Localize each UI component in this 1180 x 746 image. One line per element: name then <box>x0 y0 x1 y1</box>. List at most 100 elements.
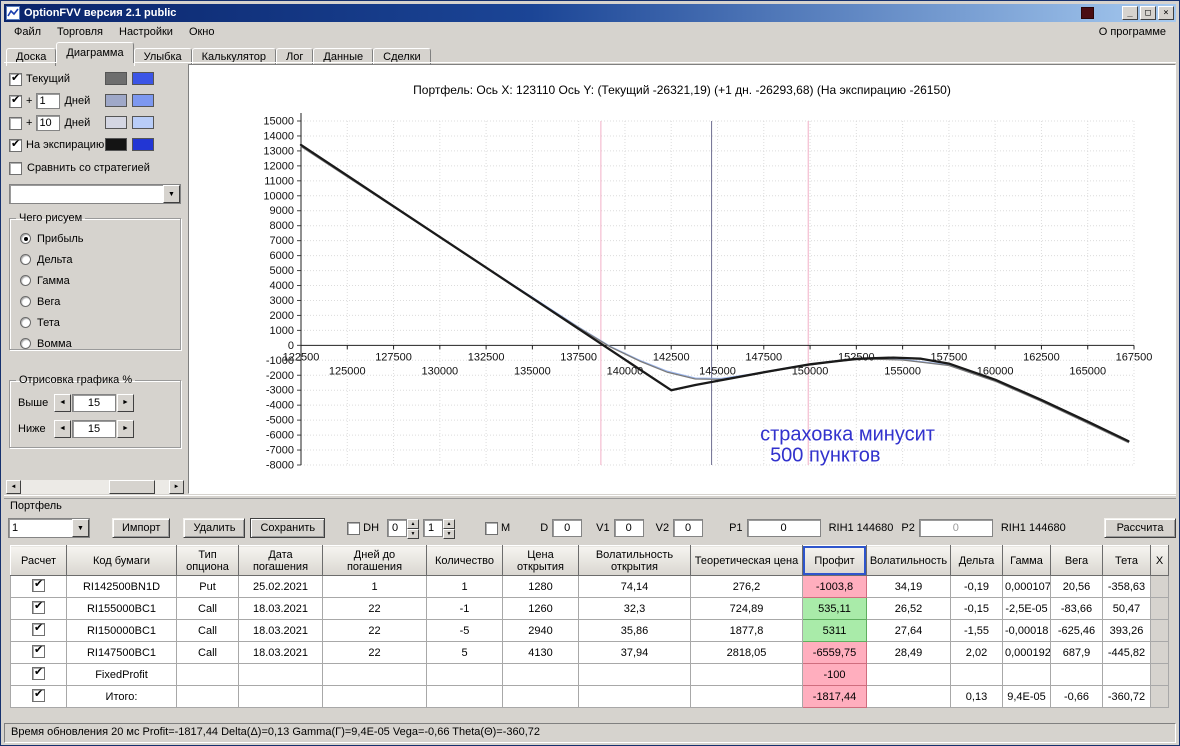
draw-option-vega[interactable]: Вега <box>10 291 180 312</box>
dh-spinner-b[interactable]: 1 ▲ ▼ <box>423 519 456 539</box>
row-calc-checkbox[interactable] <box>32 577 45 592</box>
svg-text:145000: 145000 <box>699 365 736 377</box>
payoff-chart[interactable]: -8000-7000-6000-5000-4000-3000-2000-1000… <box>189 103 1177 495</box>
color-swatch-secondary[interactable] <box>132 116 154 129</box>
compare-strategy-checkbox[interactable] <box>9 161 22 175</box>
render-range-input-above[interactable] <box>72 394 116 412</box>
menu-item-about[interactable]: О программе <box>1091 24 1174 40</box>
scrollbar-track[interactable] <box>21 480 169 494</box>
draw-option-profit[interactable]: Прибыль <box>10 228 180 249</box>
draw-option-theta[interactable]: Тета <box>10 312 180 333</box>
column-header-vega[interactable]: Вега <box>1050 545 1103 576</box>
scrollbar-thumb[interactable] <box>109 480 155 494</box>
menu-item-window[interactable]: Окно <box>181 24 223 40</box>
row-calc-checkbox[interactable] <box>32 643 45 658</box>
row-calc-checkbox[interactable] <box>32 621 45 636</box>
dh-checkbox[interactable] <box>347 521 361 535</box>
column-header-option-type[interactable]: Тип опциона <box>176 545 239 576</box>
spin-down-icon[interactable]: ▼ <box>443 529 456 539</box>
row-close-cell[interactable] <box>1150 619 1169 642</box>
color-swatch-primary[interactable] <box>105 72 127 85</box>
v1-input[interactable] <box>613 519 644 537</box>
decrease-button[interactable]: ◄ <box>54 420 71 438</box>
menu-item-settings[interactable]: Настройки <box>111 24 181 40</box>
v2-input[interactable] <box>673 519 704 537</box>
portfolio-select[interactable]: 1 ▼ <box>8 518 90 538</box>
color-swatch-primary[interactable] <box>105 94 127 107</box>
draw-option-vomma[interactable]: Вомма <box>10 333 180 354</box>
draw-option-delta[interactable]: Дельта <box>10 249 180 270</box>
column-header-profit[interactable]: Профит <box>802 545 867 576</box>
days-input-plus1-days[interactable] <box>36 93 61 109</box>
column-header-open-volatility[interactable]: Волатильность открытия <box>578 545 691 576</box>
row-close-cell[interactable] <box>1150 663 1169 686</box>
panel-horizontal-scrollbar[interactable]: ◄ ► <box>6 480 184 494</box>
increase-button[interactable]: ► <box>117 394 134 412</box>
column-header-theoretical-price[interactable]: Теоретическая цена <box>690 545 803 576</box>
import-button[interactable]: Импорт <box>112 518 171 538</box>
dh-spinner-a-value[interactable]: 0 <box>387 519 408 537</box>
render-range-label: Ниже <box>18 423 46 435</box>
scroll-left-icon[interactable]: ◄ <box>6 480 21 494</box>
menu-item-trading[interactable]: Торговля <box>49 24 111 40</box>
p2-input[interactable] <box>918 519 993 537</box>
render-range-group: Отрисовка графика % Выше ◄ ► Ниже ◄ ► <box>9 374 181 448</box>
draw-option-gamma[interactable]: Гамма <box>10 270 180 291</box>
column-header-expiry-date[interactable]: Дата погашения <box>238 545 323 576</box>
window-controls: _ □ × <box>1122 6 1174 20</box>
series-checkbox-plus10-days[interactable] <box>9 116 22 130</box>
column-header-theta[interactable]: Тета <box>1102 545 1151 576</box>
series-checkbox-expiration[interactable] <box>9 137 22 152</box>
dh-spinner-b-value[interactable]: 1 <box>423 519 444 537</box>
color-swatch-primary[interactable] <box>105 138 127 151</box>
days-input-plus10-days[interactable] <box>36 115 61 131</box>
cell-vol_open <box>578 663 691 686</box>
svg-text:5000: 5000 <box>270 265 294 277</box>
column-header-security-code[interactable]: Код бумаги <box>66 545 177 576</box>
series-checkbox-current[interactable] <box>9 71 22 86</box>
row-close-cell[interactable] <box>1150 575 1169 598</box>
column-header-days-to-expiry[interactable]: Дней до погашения <box>322 545 427 576</box>
color-swatch-secondary[interactable] <box>132 138 154 151</box>
color-swatch-secondary[interactable] <box>132 72 154 85</box>
save-button[interactable]: Сохранить <box>250 518 326 538</box>
decrease-button[interactable]: ◄ <box>54 394 71 412</box>
maximize-button[interactable]: □ <box>1140 6 1156 20</box>
column-header-calc[interactable]: Расчет <box>10 545 67 576</box>
increase-button[interactable]: ► <box>117 420 134 438</box>
spin-up-icon[interactable]: ▲ <box>443 519 456 529</box>
column-header-open-price[interactable]: Цена открытия <box>502 545 579 576</box>
column-header-quantity[interactable]: Количество <box>426 545 503 576</box>
render-range-input-below[interactable] <box>72 420 116 438</box>
column-header-gamma[interactable]: Гамма <box>1002 545 1051 576</box>
column-header-delta[interactable]: Дельта <box>950 545 1003 576</box>
cell-vol: 27,64 <box>866 619 951 642</box>
color-swatch-secondary[interactable] <box>132 94 154 107</box>
row-calc-checkbox[interactable] <box>32 599 45 614</box>
row-calc-checkbox[interactable] <box>32 665 45 680</box>
row-close-cell[interactable] <box>1150 597 1169 620</box>
minimize-button[interactable]: _ <box>1122 6 1138 20</box>
chevron-down-icon[interactable]: ▼ <box>163 185 180 203</box>
spin-down-icon[interactable]: ▼ <box>407 529 420 539</box>
color-swatch-primary[interactable] <box>105 116 127 129</box>
column-header-close[interactable]: X <box>1150 545 1169 576</box>
p1-input[interactable] <box>746 519 821 537</box>
menu-item-file[interactable]: Файл <box>6 24 49 40</box>
m-checkbox[interactable] <box>485 521 499 535</box>
close-button[interactable]: × <box>1158 6 1174 20</box>
tab-diagram[interactable]: Диаграмма <box>56 42 134 63</box>
spin-up-icon[interactable]: ▲ <box>407 519 420 529</box>
chevron-down-icon[interactable]: ▼ <box>72 519 89 537</box>
column-header-volatility[interactable]: Волатильность <box>866 545 951 576</box>
delete-button[interactable]: Удалить <box>183 518 246 538</box>
scroll-right-icon[interactable]: ► <box>169 480 184 494</box>
dh-spinner-a[interactable]: 0 ▲ ▼ <box>387 519 420 539</box>
calculate-button[interactable]: Рассчита <box>1104 518 1176 538</box>
row-calc-checkbox[interactable] <box>32 687 45 702</box>
series-checkbox-plus1-days[interactable] <box>9 93 22 108</box>
row-close-cell[interactable] <box>1150 641 1169 664</box>
row-close-cell[interactable] <box>1150 685 1169 708</box>
d-input[interactable] <box>552 519 583 537</box>
strategy-combobox[interactable]: ▼ <box>9 184 181 204</box>
